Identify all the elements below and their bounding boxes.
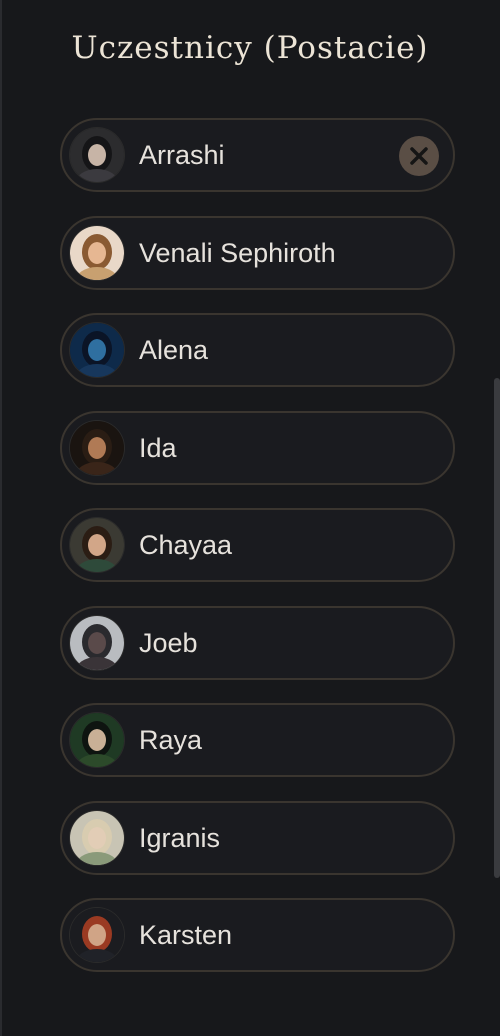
portrait-karsten-icon — [70, 908, 124, 962]
avatar — [70, 225, 124, 280]
portrait-arrashi-icon — [70, 128, 124, 182]
scrollbar[interactable] — [494, 378, 500, 878]
participants-panel: Uczestnicy (Postacie) Arrashi Venali Seph… — [0, 0, 500, 1036]
panel-edge-divider — [0, 0, 2, 1036]
avatar — [70, 615, 124, 670]
participant-name: Raya — [139, 725, 203, 755]
portrait-alena-icon — [70, 323, 124, 377]
participant-item[interactable]: Ida — [60, 410, 455, 485]
participant-item[interactable]: Alena — [60, 313, 455, 387]
avatar — [70, 128, 124, 182]
portrait-ida-icon — [70, 420, 124, 475]
avatar — [70, 713, 124, 767]
participant-item[interactable]: Joeb — [60, 605, 455, 680]
panel-title: Uczestnicy (Postacie) — [71, 30, 429, 66]
close-icon — [410, 147, 428, 165]
participant-name: Ida — [139, 432, 177, 463]
remove-participant-button[interactable] — [399, 136, 439, 176]
participant-item[interactable]: Chayaa — [60, 508, 455, 582]
participant-name: Chayaa — [139, 530, 233, 560]
participant-item[interactable]: Igranis — [60, 800, 455, 875]
participant-name: Arrashi — [139, 140, 225, 170]
portrait-venali-icon — [70, 225, 124, 280]
avatar — [70, 323, 124, 377]
portrait-raya-icon — [70, 713, 124, 767]
avatar — [70, 518, 124, 572]
portrait-igranis-icon — [70, 810, 124, 865]
participant-name: Igranis — [139, 822, 221, 853]
portrait-joeb-icon — [70, 615, 124, 670]
avatar — [70, 420, 124, 475]
avatar — [70, 810, 124, 865]
participant-item[interactable]: Venali Sephiroth — [60, 215, 455, 290]
portrait-chayaa-icon — [70, 518, 124, 572]
avatar — [70, 908, 124, 962]
participant-name: Joeb — [139, 627, 198, 658]
participant-name: Alena — [139, 335, 209, 365]
participant-item[interactable]: Raya — [60, 703, 455, 777]
participant-item[interactable]: Karsten — [60, 898, 455, 972]
participant-list: Arrashi Venali Sephiroth Alena Ida Chayaa Joe… — [60, 118, 455, 996]
participant-item[interactable]: Arrashi — [60, 118, 455, 192]
participant-name: Venali Sephiroth — [139, 237, 336, 268]
participant-name: Karsten — [139, 920, 233, 950]
